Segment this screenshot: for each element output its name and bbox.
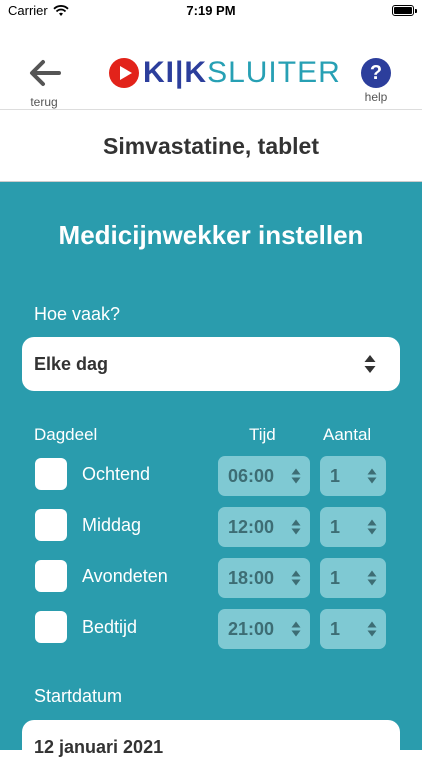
help-button[interactable]: ? help [356,58,396,104]
help-icon: ? [361,58,391,88]
middag-time-select[interactable]: 12:00 [218,507,310,547]
start-date-field[interactable]: 12 januari 2021 [22,720,400,774]
avondeten-label: Avondeten [82,566,168,586]
battery-icon [392,5,417,16]
sort-arrows-icon [367,468,377,484]
ochtend-time-select[interactable]: 06:00 [218,456,310,496]
ochtend-amount-select[interactable]: 1 [320,456,386,496]
sort-arrows-icon [364,355,376,373]
avondeten-time-select[interactable]: 18:00 [218,558,310,598]
ochtend-checkbox[interactable] [35,458,67,490]
status-bar: Carrier 7:19 PM [0,0,422,22]
avondeten-amount-select[interactable]: 1 [320,558,386,598]
ochtend-time-value: 06:00 [228,466,275,486]
app-header: terug KI|K SLUITER ? help [0,22,422,110]
bedtijd-time-select[interactable]: 21:00 [218,609,310,649]
bedtijd-amount-select[interactable]: 1 [320,609,386,649]
sort-arrows-icon [291,570,301,586]
middag-checkbox[interactable] [35,509,67,541]
frequency-label: Hoe vaak? [34,304,121,324]
avondeten-time-value: 18:00 [228,568,275,588]
bedtijd-label: Bedtijd [82,617,138,637]
frequency-value: Elke dag [34,354,109,374]
start-date-label: Startdatum [34,686,123,706]
back-button[interactable]: terug [22,58,66,109]
sort-arrows-icon [291,519,301,535]
schedule-row-middag: Middag 12:00 1 [0,507,422,547]
avondeten-amount-value: 1 [330,568,341,588]
sort-arrows-icon [367,519,377,535]
frequency-select[interactable]: Elke dag [22,337,400,391]
sort-arrows-icon [367,621,377,637]
alarm-form: Medicijnwekker instellen Hoe vaak? Elke … [0,182,422,774]
back-label: terug [30,95,58,109]
ochtend-label: Ochtend [82,464,151,484]
bedtijd-amount-value: 1 [330,619,341,639]
form-title: Medicijnwekker instellen [58,220,364,250]
sort-arrows-icon [367,570,377,586]
middag-amount-value: 1 [330,517,341,537]
product-title: Simvastatine, tablet [0,110,422,182]
schedule-row-bedtijd: Bedtijd 21:00 1 [0,609,422,649]
column-header-dagdeel: Dagdeel [34,425,98,444]
status-time: 7:19 PM [186,3,236,18]
middag-amount-select[interactable]: 1 [320,507,386,547]
sort-arrows-icon [291,468,301,484]
schedule-row-ochtend: Ochtend 06:00 1 [0,456,422,496]
schedule-row-avondeten: Avondeten 18:00 1 [0,558,422,598]
kijksluiter-logo: KI|K SLUITER [108,56,341,90]
middag-time-value: 12:00 [228,517,275,537]
bedtijd-time-value: 21:00 [228,619,275,639]
column-header-tijd: Tijd [249,425,276,444]
logo-part-sluiter: SLUITER [207,56,341,89]
arrow-left-icon [30,60,61,86]
sort-arrows-icon [291,621,301,637]
middag-label: Middag [82,515,142,535]
help-label: help [364,90,388,104]
ochtend-amount-value: 1 [330,466,341,486]
play-logo-icon [109,58,139,88]
start-date-value: 12 januari 2021 [34,737,164,757]
column-header-aantal: Aantal [323,425,372,444]
avondeten-checkbox[interactable] [35,560,67,592]
logo-part-kijk: KI|K [143,56,208,89]
bedtijd-checkbox[interactable] [35,611,67,643]
